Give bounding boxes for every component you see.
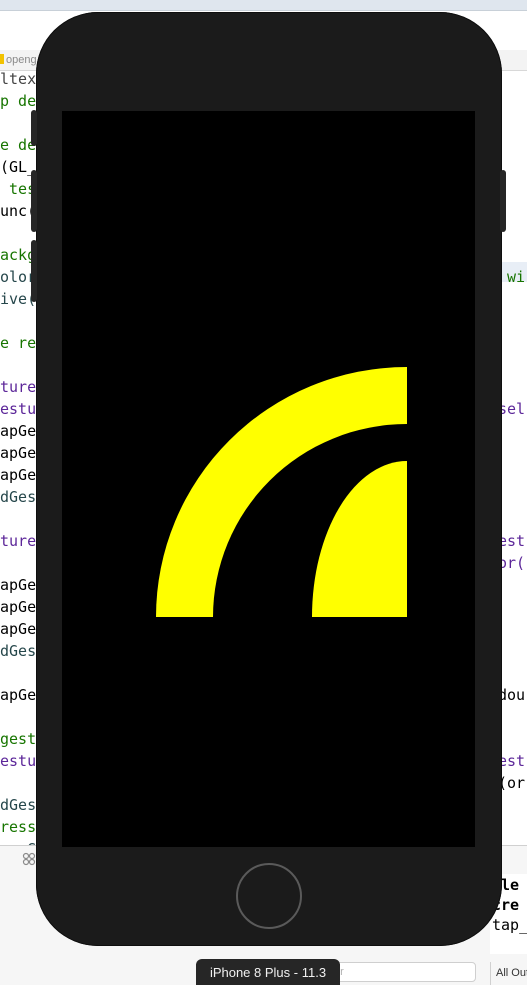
file-tab-label: openg	[6, 54, 37, 66]
xcode-window: openg ltex p de e de (GL_ tes unc(ackg olor iv…	[0, 0, 527, 985]
code-line: wi	[507, 268, 526, 286]
code-line: apGe	[0, 422, 37, 440]
output-selector[interactable]: All Output	[490, 962, 527, 985]
code-line: ture	[0, 378, 37, 396]
code-line: sel	[498, 400, 526, 418]
code-line: est	[498, 532, 526, 550]
code-line: estu	[0, 752, 37, 770]
home-button[interactable]	[236, 863, 302, 929]
code-line: gest	[0, 730, 37, 748]
code-line: dou	[498, 686, 526, 704]
code-line: apGe	[0, 576, 37, 594]
code-line: dGes	[0, 796, 37, 814]
code-line: apGe	[0, 620, 37, 638]
simulator-device-label: iPhone 8 Plus - 11.3	[196, 959, 340, 985]
code-line: dGes	[0, 488, 37, 506]
code-line: est	[498, 752, 526, 770]
file-tab[interactable]: openg	[0, 54, 37, 66]
code-line: apGe	[0, 444, 37, 462]
code-line: apGe	[0, 598, 37, 616]
code-line: e re	[0, 334, 37, 352]
code-line: (or	[498, 774, 526, 792]
code-line: ltex	[0, 70, 37, 88]
file-icon	[0, 54, 4, 64]
code-line: dGes	[0, 642, 37, 660]
code-line: or(	[498, 554, 526, 572]
code-line: ture	[0, 532, 37, 550]
code-line: apGe	[0, 466, 37, 484]
simulator-screen[interactable]	[62, 111, 475, 847]
volume-up-button[interactable]	[31, 170, 37, 232]
code-line: apGe	[0, 686, 37, 704]
code-line: p de	[0, 92, 37, 110]
console-line: tap_	[492, 916, 527, 934]
power-button[interactable]	[500, 170, 506, 232]
window-top-bar	[0, 0, 527, 11]
opengl-render	[156, 367, 407, 617]
code-line: estu	[0, 400, 37, 418]
code-line: ress	[0, 818, 37, 836]
volume-down-button[interactable]	[31, 240, 37, 302]
mute-switch[interactable]	[31, 110, 37, 146]
variables-view-icon[interactable]	[22, 852, 36, 866]
